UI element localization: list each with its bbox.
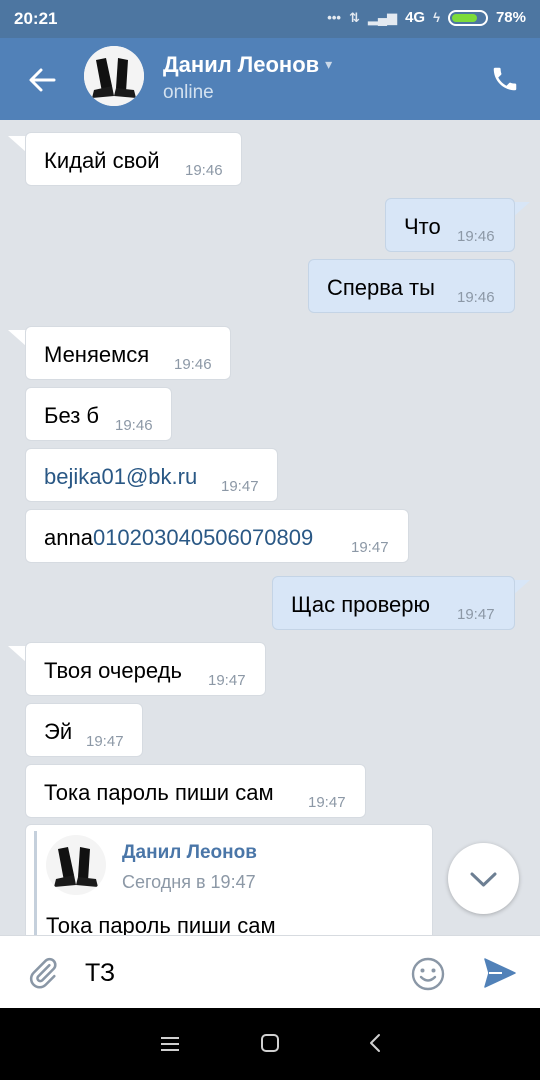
message-text: Сперва ты [327,275,435,300]
network-type: 4G [405,9,426,26]
battery-percent: 78% [495,9,526,26]
message-time: 19:46 [457,228,495,245]
message-time: 19:46 [185,162,223,179]
send-icon[interactable] [482,955,518,991]
message-time: 19:47 [351,539,389,556]
email-link[interactable]: bejika01@bk.ru [44,464,197,490]
message-composer [0,935,540,1008]
forwarded-author[interactable]: Данил Леонов [122,842,257,864]
message-time: 19:47 [221,478,259,495]
message-time: 19:47 [208,672,246,689]
bubble-tail [8,646,26,662]
message-time: 19:47 [86,733,124,750]
message-bubble[interactable]: bejika01@bk.ru 19:47 [25,448,278,502]
forwarded-avatar[interactable] [46,835,106,895]
message-time: 19:46 [457,289,495,306]
smile-icon[interactable] [410,956,446,992]
message-bubble[interactable]: Сперва ты 19:46 [308,259,515,313]
message-bubble[interactable]: Меняемся 19:46 [25,326,231,380]
scroll-down-button[interactable] [448,843,519,914]
forwarded-message[interactable]: Данил Леонов Сегодня в 19:47 Тока пароль… [25,824,433,944]
contact-status: online [163,82,214,103]
chat-header: Данил Леонов ▾ online [0,38,540,120]
phone-icon[interactable] [490,64,520,94]
message-bubble[interactable]: Без б 19:46 [25,387,172,441]
paperclip-icon[interactable] [26,955,60,991]
message-bubble[interactable]: Щас проверю 19:47 [272,576,515,630]
status-time: 20:21 [14,9,58,28]
chevron-down-icon: ▾ [325,56,333,72]
avatar-image [84,46,144,106]
system-nav-bar [0,1008,540,1080]
message-text: Что [404,214,441,239]
message-bubble[interactable]: Кидай свой 19:46 [25,132,242,186]
message-text: Эй [44,719,73,744]
home-icon[interactable] [260,1033,280,1053]
phone-number-link[interactable]: 010203040506070809 [93,525,313,550]
message-text-prefix: anna [44,525,93,550]
avatar[interactable] [84,46,144,106]
menu-icon[interactable] [160,1034,180,1054]
bubble-tail [8,330,26,346]
message-text: Кидай свой [44,148,160,173]
message-text: Меняемся [44,342,150,367]
message-text: Щас проверю [291,592,431,617]
message-input[interactable] [85,956,385,990]
signal-icon: ▂▄▆ [367,9,398,25]
message-text: Тока пароль пиши сам [44,780,274,805]
message-text: Без б [44,403,99,428]
quote-bar [34,831,37,943]
message-time: 19:46 [174,356,212,373]
battery-fill [451,13,477,22]
message-bubble[interactable]: Твоя очередь 19:47 [25,642,266,696]
chevron-down-icon [470,872,497,887]
contact-name-text: Данил Леонов [163,52,320,77]
back-icon[interactable] [366,1033,386,1053]
back-arrow-icon[interactable] [26,64,58,96]
message-text: anna010203040506070809 [44,525,313,551]
message-text: Твоя очередь [44,658,182,683]
message-time: 19:47 [457,606,495,623]
message-bubble[interactable]: Что 19:46 [385,198,515,252]
status-bar: 20:21 ••• ⇅ ▂▄▆ 4G ϟ 78% [0,0,540,38]
message-bubble[interactable]: Тока пароль пиши сам 19:47 [25,764,366,818]
bubble-tail [8,136,26,152]
status-icons: ••• ⇅ ▂▄▆ 4G ϟ 78% [327,9,526,26]
charging-icon: ϟ [433,10,440,25]
battery-icon [447,9,488,26]
message-time: 19:47 [308,794,346,811]
contact-name[interactable]: Данил Леонов ▾ [163,52,332,78]
message-time: 19:46 [115,417,153,434]
dots-icon: ••• [327,10,341,25]
forwarded-date: Сегодня в 19:47 [122,872,256,892]
message-bubble[interactable]: Эй 19:47 [25,703,143,757]
data-arrows-icon: ⇅ [348,9,360,25]
avatar-image [46,835,106,895]
message-bubble[interactable]: anna010203040506070809 19:47 [25,509,409,563]
